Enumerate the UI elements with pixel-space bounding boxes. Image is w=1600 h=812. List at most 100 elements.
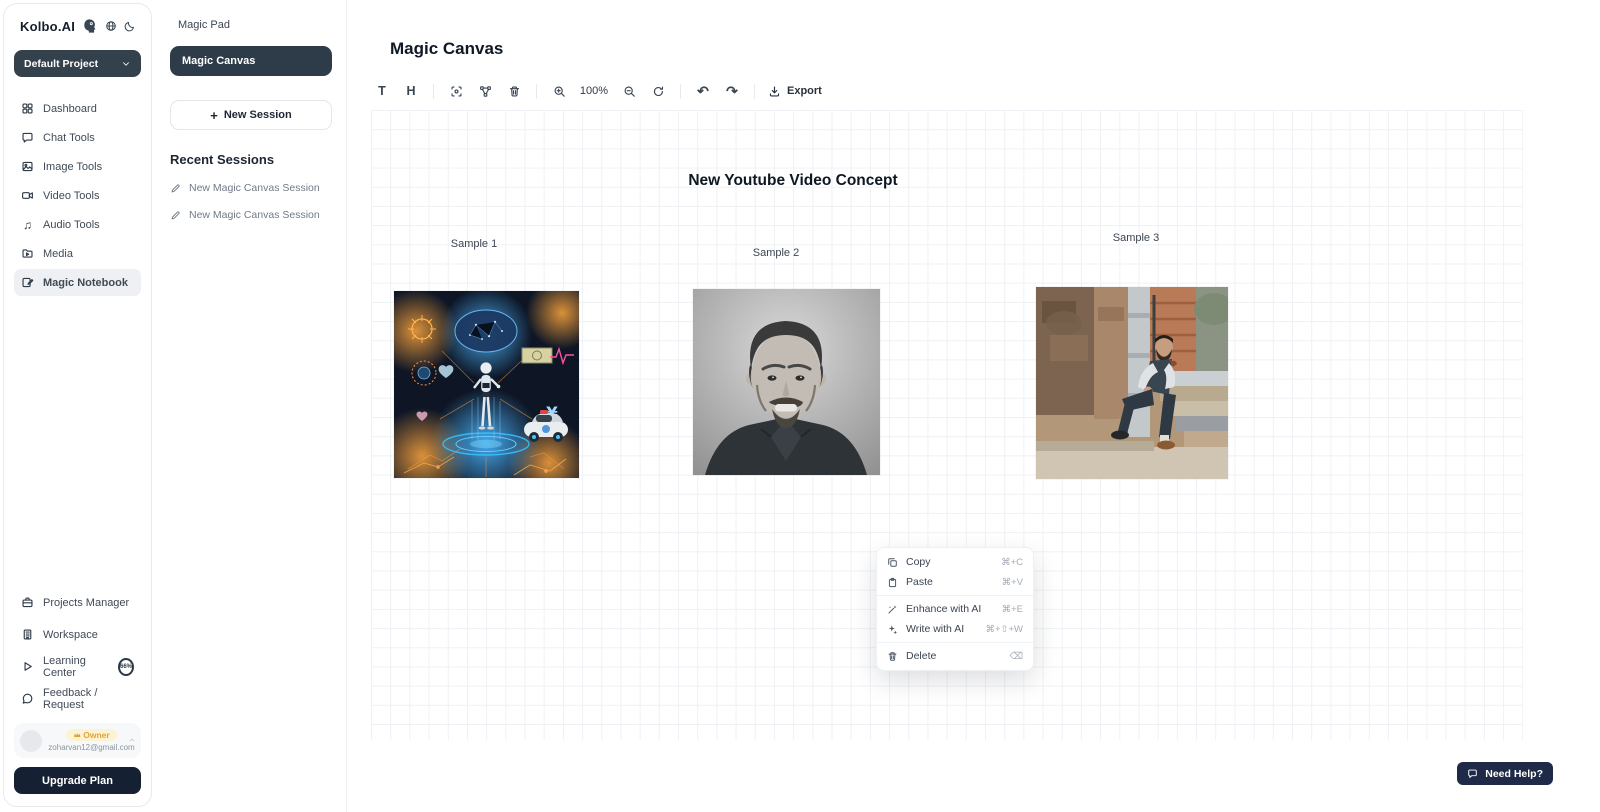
user-email: zoharvan12@gmail.com [48,743,134,752]
sample-image-3[interactable] [1036,287,1228,479]
panel-item-magic-canvas[interactable]: Magic Canvas [170,46,332,76]
delete-tool-button[interactable] [505,81,523,101]
zoom-level: 100% [579,85,609,97]
context-menu-divider [877,642,1033,643]
speech-bubble-icon [21,692,34,705]
context-menu-label: Paste [906,576,933,588]
sidebar-item-label: Media [43,248,73,260]
canvas-grid[interactable]: New Youtube Video Concept Sample 1 Sampl… [371,110,1523,740]
reset-view-button[interactable] [649,81,667,101]
brand-logo[interactable]: Kolbo.AI [20,19,75,34]
sidebar-item-label: Image Tools [43,161,102,173]
shortcut-hint: ⌘+E [1002,604,1023,615]
heading-tool-button[interactable]: H [402,81,420,101]
sidebar-item-label: Chat Tools [43,132,95,144]
media-folder-icon [21,247,34,260]
text-tool-button[interactable]: T [373,81,391,101]
language-globe-icon[interactable] [105,20,117,32]
paste-icon [887,577,898,588]
toolbar-divider [754,84,755,99]
user-account-chip[interactable]: Owner zoharvan12@gmail.com [14,723,141,758]
sample-image-1[interactable]: ¥ [394,291,579,478]
magic-wand-icon [887,604,898,615]
context-menu-label: Write with AI [906,623,964,635]
sidebar-footer-nav: Projects Manager Workspace Learning Cent… [14,588,141,713]
copy-icon [887,557,898,568]
sidebar-item-dashboard[interactable]: Dashboard [14,95,141,122]
video-camera-icon [21,189,34,202]
nodes-tool-button[interactable] [476,81,494,101]
notebook-icon [21,276,34,289]
context-menu-divider [877,595,1033,596]
sidebar-item-media[interactable]: Media [14,240,141,267]
download-icon [768,85,781,98]
sidebar-item-projects-manager[interactable]: Projects Manager [14,588,141,617]
sidebar-item-label: Projects Manager [43,597,129,609]
redo-button[interactable]: ↷ [723,81,741,101]
sidebar-item-label: Video Tools [43,190,99,202]
sidebar-item-feedback[interactable]: Feedback / Request [14,684,141,713]
context-menu-item-delete[interactable]: Delete ⌫ [877,646,1033,666]
undo-button[interactable]: ↶ [694,81,712,101]
sample-1-label[interactable]: Sample 1 [404,238,544,250]
pencil-icon [170,183,181,194]
need-help-button[interactable]: Need Help? [1457,762,1553,785]
sidebar-item-video-tools[interactable]: Video Tools [14,182,141,209]
sidebar-item-label: Dashboard [43,103,97,115]
sample-image-2[interactable] [693,289,880,475]
main-area: Magic Canvas T H 100% ↶ ↷ Export New You… [347,0,1600,812]
sidebar-item-magic-notebook[interactable]: Magic Notebook [14,269,141,296]
sample-2-label[interactable]: Sample 2 [706,247,846,259]
recent-session-item[interactable]: New Magic Canvas Session [170,209,332,221]
sidebar-item-image-tools[interactable]: Image Tools [14,153,141,180]
zoom-in-button[interactable] [550,81,568,101]
play-icon [21,660,34,673]
export-button[interactable]: Export [768,85,822,98]
sparkles-icon [887,624,898,635]
sidebar-item-label: Learning Center [43,655,107,679]
context-menu-item-write-with-ai[interactable]: Write with AI ⌘+⇧+W [877,619,1033,639]
pencil-icon [170,210,181,221]
sidebar-item-label: Audio Tools [43,219,100,231]
panel-item-magic-pad[interactable]: Magic Pad [170,15,332,35]
plus-icon: + [210,108,218,123]
context-menu-item-paste[interactable]: Paste ⌘+V [877,572,1033,592]
sample-3-label[interactable]: Sample 3 [1066,232,1206,244]
brand-head-icon [82,18,98,34]
learning-progress-ring: 66% [118,658,134,676]
context-menu: Copy ⌘+C Paste ⌘+V Enhance with AI ⌘+E W… [876,547,1034,671]
context-menu-label: Enhance with AI [906,603,981,615]
toolbar-divider [680,84,681,99]
owner-badge: Owner [66,729,116,741]
sidebar-item-workspace[interactable]: Workspace [14,620,141,649]
context-menu-item-enhance-with-ai[interactable]: Enhance with AI ⌘+E [877,599,1033,619]
sidebar-nav: Dashboard Chat Tools Image Tools Video T… [14,95,141,296]
new-session-button[interactable]: + New Session [170,100,332,130]
owner-badge-label: Owner [83,730,109,740]
sidebar-item-chat-tools[interactable]: Chat Tools [14,124,141,151]
dark-mode-moon-icon[interactable] [124,20,136,32]
new-session-label: New Session [224,109,292,121]
sidebar-item-learning-center[interactable]: Learning Center 66% [14,652,141,681]
shortcut-hint: ⌘+⇧+W [985,624,1023,635]
context-menu-item-copy[interactable]: Copy ⌘+C [877,552,1033,572]
toolbar-divider [433,84,434,99]
building-icon [21,628,34,641]
upgrade-plan-button[interactable]: Upgrade Plan [14,767,141,794]
sidebar-item-audio-tools[interactable]: ♫ Audio Tools [14,211,141,238]
image-icon [21,160,34,173]
project-selector[interactable]: Default Project [14,50,141,77]
help-chat-icon [1467,768,1478,779]
insert-image-scan-button[interactable] [447,81,465,101]
chat-icon [21,131,34,144]
sidebar-item-label: Magic Notebook [43,277,128,289]
sidebar-item-label: Feedback / Request [43,687,134,711]
context-menu-label: Copy [906,556,931,568]
zoom-out-button[interactable] [620,81,638,101]
recent-session-item[interactable]: New Magic Canvas Session [170,182,332,194]
recent-sessions-heading: Recent Sessions [170,152,332,167]
recent-session-label: New Magic Canvas Session [189,209,320,221]
user-info: Owner zoharvan12@gmail.com [48,729,135,752]
recent-session-label: New Magic Canvas Session [189,182,320,194]
canvas-heading-text[interactable]: New Youtube Video Concept [661,172,925,190]
